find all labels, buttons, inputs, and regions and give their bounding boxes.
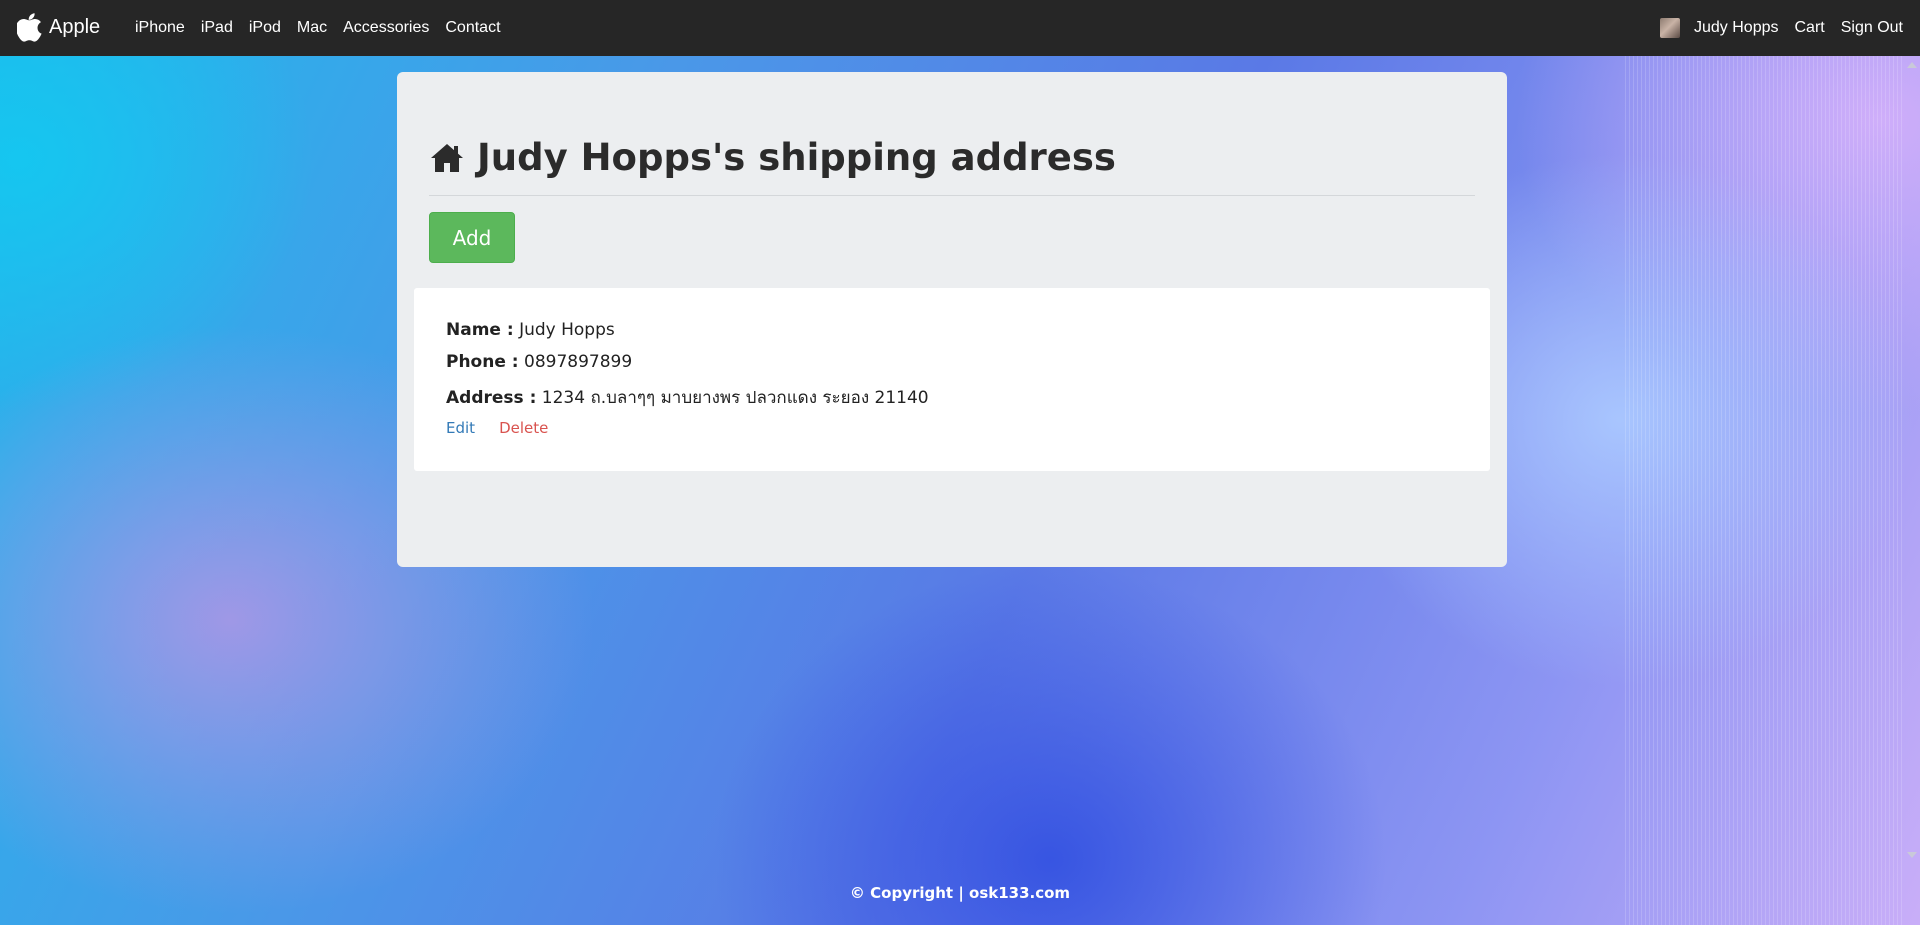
phone-label: Phone : (446, 352, 519, 372)
phone-value: 0897897899 (524, 352, 633, 372)
page-title-text: Judy Hopps's shipping address (477, 136, 1116, 179)
add-address-button[interactable]: Add (429, 212, 515, 263)
nav-link-contact[interactable]: Contact (437, 0, 508, 56)
address-card: Name : Judy Hopps Phone : 0897897899 Add… (414, 288, 1490, 471)
brand-name: Apple (49, 15, 101, 38)
address-actions: Edit Delete (446, 419, 548, 437)
address-line-row: Address : 1234 ถ.บลาๆๆ มาบยางพร ปลวกแดง … (446, 384, 929, 411)
address-value: 1234 ถ.บลาๆๆ มาบยางพร ปลวกแดง ระยอง 2114… (541, 388, 929, 408)
nav-link-iphone[interactable]: iPhone (127, 0, 193, 56)
address-name-row: Name : Judy Hopps (446, 320, 615, 340)
edit-address-link[interactable]: Edit (446, 419, 475, 437)
address-phone-row: Phone : 0897897899 (446, 352, 632, 372)
avatar[interactable] (1660, 18, 1680, 38)
nav-link-ipad[interactable]: iPad (193, 0, 241, 56)
name-value: Judy Hopps (519, 320, 615, 340)
address-panel: Judy Hopps's shipping address Add Name :… (397, 72, 1507, 567)
footer-copyright: © Copyright | osk133.com (849, 884, 1071, 902)
nav-link-mac[interactable]: Mac (289, 0, 335, 56)
user-nav: Judy Hopps Cart Sign Out (1660, 0, 1911, 56)
background-pattern (1622, 56, 1902, 925)
page-title: Judy Hopps's shipping address (429, 136, 1116, 179)
delete-address-link[interactable]: Delete (499, 419, 548, 437)
title-divider (429, 195, 1475, 196)
name-label: Name : (446, 320, 514, 340)
navbar: Apple iPhone iPad iPod Mac Accessories C… (0, 0, 1920, 56)
home-icon (431, 143, 463, 172)
address-label: Address : (446, 388, 537, 408)
apple-icon (17, 13, 42, 42)
cart-link[interactable]: Cart (1787, 0, 1833, 56)
nav-link-accessories[interactable]: Accessories (335, 0, 437, 56)
page-scrollbar[interactable] (1903, 56, 1920, 925)
brand-link[interactable]: Apple (17, 12, 100, 42)
scroll-down-arrow-icon[interactable] (1907, 852, 1917, 858)
sign-out-link[interactable]: Sign Out (1833, 0, 1911, 56)
scroll-up-arrow-icon[interactable] (1907, 62, 1917, 68)
nav-link-ipod[interactable]: iPod (241, 0, 289, 56)
main-nav: iPhone iPad iPod Mac Accessories Contact (127, 0, 509, 56)
user-profile-link[interactable]: Judy Hopps (1686, 0, 1787, 56)
